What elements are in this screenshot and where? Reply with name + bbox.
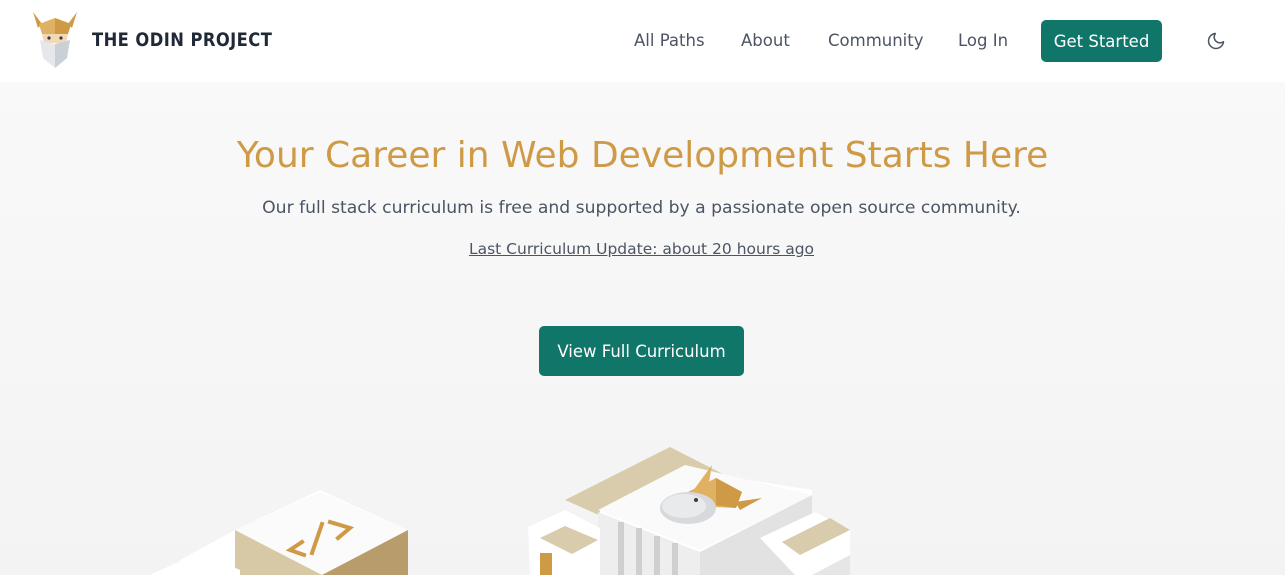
last-update-text: Last Curriculum Update: about 20 hours a… [0,240,1283,258]
nav-link-all-paths[interactable]: All Paths [634,31,705,50]
nav-link-about[interactable]: About [741,31,790,50]
view-curriculum-button[interactable]: View Full Curriculum [539,326,744,376]
brand-name: THE ODIN PROJECT [92,29,273,51]
theme-toggle-button[interactable] [1204,29,1228,53]
nav-link-community[interactable]: Community [828,31,924,50]
get-started-button[interactable]: Get Started [1041,20,1162,62]
navbar: THE ODIN PROJECT All Paths About Communi… [0,0,1285,82]
last-update-link[interactable]: Last Curriculum Update: about 20 hours a… [469,240,814,258]
odin-helmet-icon [33,12,77,68]
moon-icon [1207,32,1225,50]
nav-link-log-in[interactable]: Log In [958,31,1008,50]
hero-title: Your Career in Web Development Starts He… [236,135,1049,176]
hero-illustration [150,447,850,575]
hero-subtitle: Our full stack curriculum is free and su… [262,198,1021,218]
logo-link[interactable]: THE ODIN PROJECT [30,10,302,70]
